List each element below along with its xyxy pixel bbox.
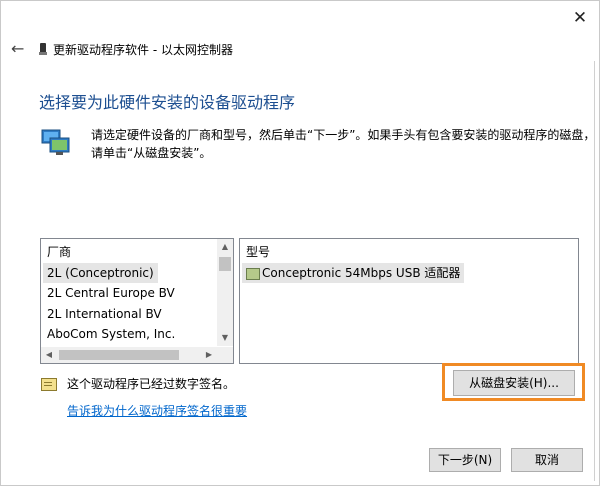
instructions-line-2: 请单击“从磁盘安装”。 [91, 146, 212, 160]
network-adapter-icon [246, 268, 260, 280]
model-item-label: Conceptronic 54Mbps USB 适配器 [262, 266, 461, 280]
scroll-down-icon[interactable]: ▼ [217, 330, 233, 346]
model-listbox[interactable]: 型号 Conceptronic 54Mbps USB 适配器 [239, 238, 579, 364]
model-header: 型号 [246, 245, 271, 259]
scroll-up-icon[interactable]: ▲ [217, 239, 233, 255]
vertical-scrollbar[interactable]: ▲ ▼ [217, 239, 233, 346]
list-item[interactable]: Conceptronic 54Mbps USB 适配器 [242, 263, 465, 283]
scroll-thumb-horizontal[interactable] [59, 350, 179, 360]
close-button[interactable]: ✕ [571, 9, 589, 27]
driver-update-window: ✕ ← 更新驱动程序软件 - 以太网控制器 选择要为此硬件安装的设备驱动程序 请… [0, 0, 600, 486]
back-arrow-icon[interactable]: ← [11, 41, 27, 57]
network-monitor-icon [41, 129, 70, 155]
signing-info-link[interactable]: 告诉我为什么驱动程序签名很重要 [67, 402, 247, 419]
next-button[interactable]: 下一步(N) [429, 448, 501, 472]
page-title: 选择要为此硬件安装的设备驱动程序 [39, 93, 296, 112]
certificate-icon [41, 378, 57, 391]
window-breadcrumb: 更新驱动程序软件 - 以太网控制器 [39, 41, 233, 57]
instructions-line-1: 请选定硬件设备的厂商和型号，然后单击“下一步”。如果手头有包含要安装的驱动程序的… [91, 128, 596, 142]
scrollbar-corner [217, 347, 233, 363]
cancel-button[interactable]: 取消 [511, 448, 583, 472]
horizontal-scrollbar[interactable]: ◀ ▶ [41, 347, 217, 363]
list-item[interactable]: 2L Central Europe BV [47, 283, 175, 303]
scroll-left-icon[interactable]: ◀ [41, 347, 57, 363]
instructions: 请选定硬件设备的厂商和型号，然后单击“下一步”。如果手头有包含要安装的驱动程序的… [91, 126, 596, 162]
manufacturer-listbox[interactable]: 厂商 2L (Conceptronic) 2L Central Europe B… [40, 238, 234, 364]
device-icon [39, 43, 47, 55]
scroll-right-icon[interactable]: ▶ [201, 347, 217, 363]
list-item[interactable]: 2L (Conceptronic) [43, 263, 158, 283]
manufacturer-header: 厂商 [47, 245, 72, 259]
list-item[interactable]: 2L International BV [47, 304, 162, 324]
signature-status: 这个驱动程序已经过数字签名。 [67, 377, 236, 391]
scroll-thumb[interactable] [219, 257, 231, 271]
list-item[interactable]: AboCom System, Inc. [47, 324, 175, 344]
breadcrumb-text: 更新驱动程序软件 - 以太网控制器 [53, 42, 233, 57]
have-disk-button[interactable]: 从磁盘安装(H)... [453, 370, 575, 396]
window-edge-divider [594, 61, 595, 481]
